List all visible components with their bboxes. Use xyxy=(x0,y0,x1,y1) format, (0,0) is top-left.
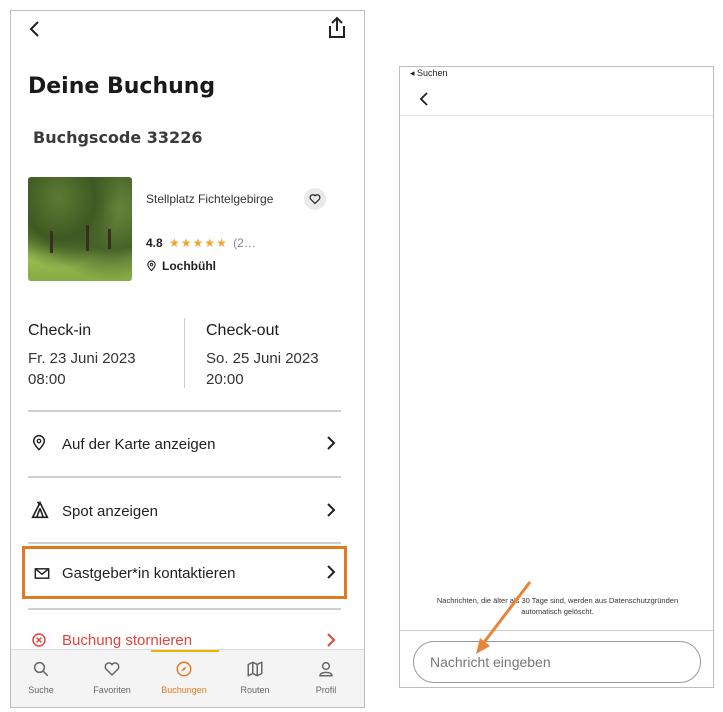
divider xyxy=(28,410,341,412)
checkin-date: Fr. 23 Juni 2023 xyxy=(28,350,136,367)
compass-icon xyxy=(176,661,192,677)
status-back-link[interactable]: ◂ Suchen xyxy=(410,68,448,79)
chevron-left-icon xyxy=(419,92,428,106)
show-spot-label: Spot anzeigen xyxy=(62,503,158,520)
rating-row: 4.8 ★★★★★ (2… xyxy=(146,236,256,250)
share-button[interactable] xyxy=(325,15,349,41)
chevron-right-icon xyxy=(327,565,336,579)
checkin-divider xyxy=(184,318,185,388)
checkin-time: 08:00 xyxy=(28,371,66,388)
checkout-label: Check-out xyxy=(206,322,279,339)
tab-search[interactable]: Suche xyxy=(11,656,71,702)
search-icon xyxy=(33,661,49,677)
tent-icon xyxy=(31,501,49,519)
spot-name: Stellplatz Fichtelgebirge xyxy=(146,192,274,206)
rating-stars: ★★★★★ xyxy=(169,236,228,250)
bottom-tab-bar: Suche Favoriten Buchungen Routen Profil xyxy=(11,649,364,707)
tab-search-label: Suche xyxy=(28,685,54,695)
show-on-map-row[interactable]: Auf der Karte anzeigen xyxy=(28,425,341,461)
mail-icon xyxy=(34,568,50,579)
header-divider xyxy=(400,115,713,116)
back-button[interactable] xyxy=(416,89,432,109)
footer-divider xyxy=(400,630,713,631)
message-input[interactable] xyxy=(413,641,701,683)
rating-count: (2… xyxy=(233,236,256,250)
checkout-time: 20:00 xyxy=(206,371,244,388)
booking-screen: Deine Buchung Buchgscode 33226 Stellplat… xyxy=(10,10,365,708)
page-title: Deine Buchung xyxy=(28,74,216,99)
tab-favorites[interactable]: Favoriten xyxy=(82,656,142,702)
chevron-right-icon xyxy=(327,503,336,517)
location-name: Lochbühl xyxy=(162,259,216,273)
cancel-icon xyxy=(32,633,46,647)
checkin-label: Check-in xyxy=(28,322,92,339)
tab-routes-label: Routen xyxy=(240,685,270,695)
tab-profile[interactable]: Profil xyxy=(296,656,356,702)
spot-photo xyxy=(28,177,132,281)
back-button[interactable] xyxy=(25,17,45,41)
show-spot-row[interactable]: Spot anzeigen xyxy=(28,492,341,528)
share-icon xyxy=(329,16,345,38)
contact-host-row[interactable]: Gastgeber*in kontaktieren xyxy=(22,546,347,599)
chevron-right-icon xyxy=(327,633,336,647)
map-pin-icon xyxy=(147,260,156,272)
heart-icon xyxy=(104,662,120,677)
divider xyxy=(28,542,341,544)
user-icon xyxy=(319,661,333,677)
favorite-button[interactable] xyxy=(304,188,326,210)
chat-screen: ◂ Suchen Nachrichten, die älter als 30 T… xyxy=(399,66,714,688)
chevron-left-icon xyxy=(29,21,39,37)
tab-routes[interactable]: Routen xyxy=(225,656,285,702)
spot-card[interactable]: Stellplatz Fichtelgebirge 4.8 ★★★★★ (2… … xyxy=(28,177,338,283)
cancel-booking-label: Buchung stornieren xyxy=(62,632,193,649)
location-row: Lochbühl xyxy=(146,259,216,273)
contact-host-label: Gastgeber*in kontaktieren xyxy=(62,565,236,582)
map-icon xyxy=(247,661,263,677)
chevron-right-icon xyxy=(327,436,336,450)
checkout-date: So. 25 Juni 2023 xyxy=(206,350,319,367)
rating-value: 4.8 xyxy=(146,236,163,250)
tab-profile-label: Profil xyxy=(315,685,337,695)
tab-favorites-label: Favoriten xyxy=(93,685,131,695)
map-pin-icon xyxy=(32,435,46,451)
tab-bookings[interactable]: Buchungen xyxy=(154,656,214,702)
divider xyxy=(28,608,341,610)
heart-icon xyxy=(309,194,321,205)
booking-code: Buchgscode 33226 xyxy=(33,128,203,147)
retention-notice: Nachrichten, die älter als 30 Tage sind,… xyxy=(436,596,679,616)
tab-bookings-label: Buchungen xyxy=(161,685,207,695)
show-on-map-label: Auf der Karte anzeigen xyxy=(62,436,216,453)
divider xyxy=(28,476,341,478)
tab-active-indicator xyxy=(151,650,219,652)
